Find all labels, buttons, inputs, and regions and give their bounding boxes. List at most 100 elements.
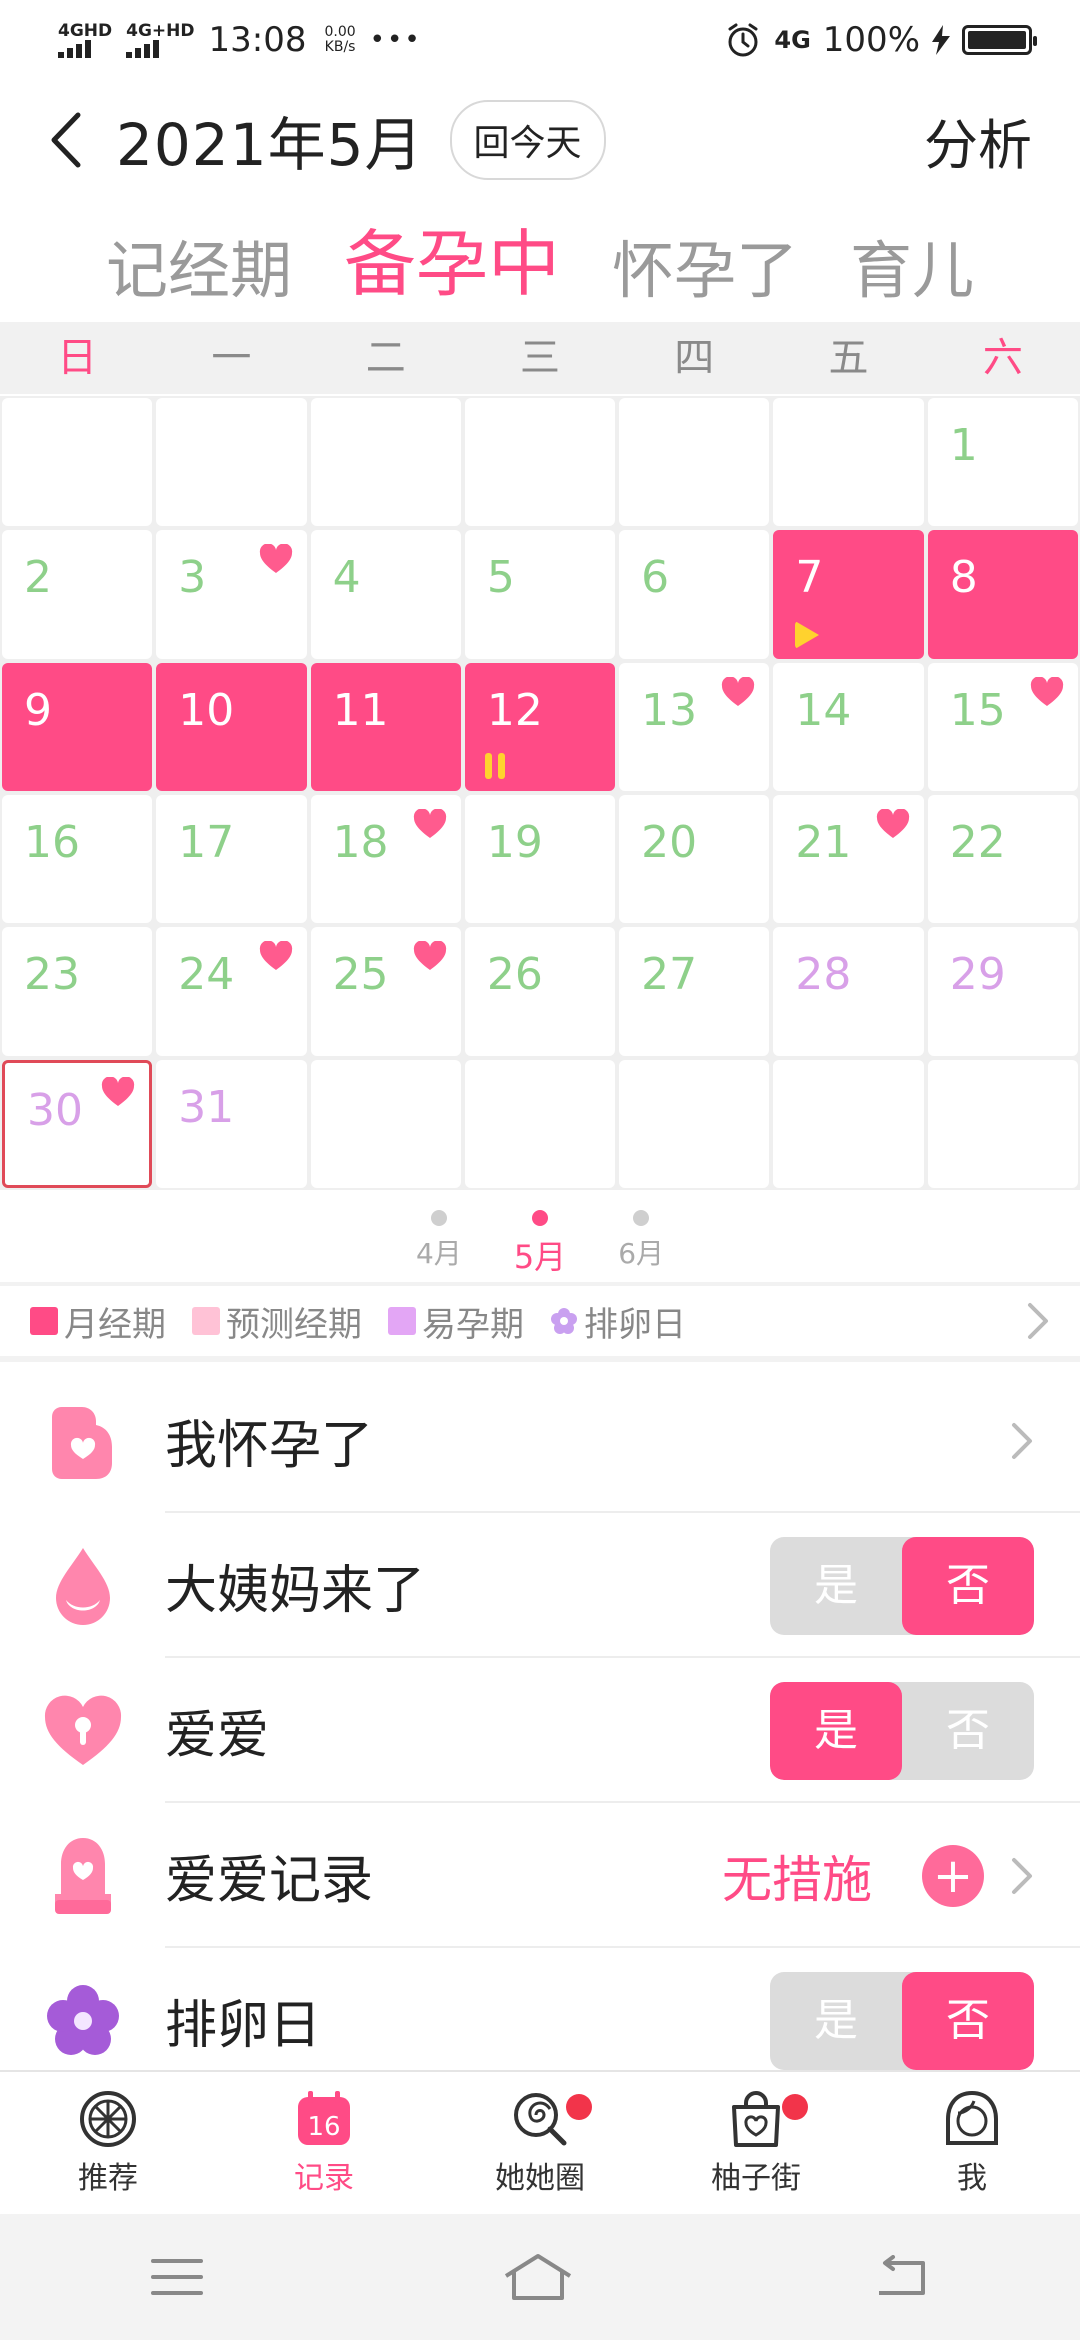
calendar-day[interactable]: 14 xyxy=(773,662,924,791)
row-pregnant[interactable]: 我怀孕了 xyxy=(0,1368,1080,1513)
heart-icon xyxy=(876,808,910,839)
flower-icon xyxy=(551,1308,577,1334)
add-record-button[interactable]: + xyxy=(922,1844,984,1907)
day-number: 7 xyxy=(795,552,824,604)
calendar-empty-cell xyxy=(464,398,616,527)
calendar-day[interactable]: 24 xyxy=(156,927,307,1056)
day-number: 15 xyxy=(949,684,1006,736)
calendar-empty-cell xyxy=(927,1059,1078,1188)
status-bar: 4GHD 4G+HD 13:08 0.00 KB/s ••• 4G 100% xyxy=(0,0,1080,80)
legend-swatch xyxy=(30,1307,58,1335)
calendar-day[interactable]: 21 xyxy=(773,794,924,924)
calendar-day[interactable]: 16 xyxy=(2,794,153,924)
calendar-date-badge: 16 xyxy=(307,2112,340,2142)
love-toggle[interactable]: 是 否 xyxy=(770,1681,1034,1780)
calendar-day-today[interactable]: 30 xyxy=(2,1059,153,1188)
tab-trying-to-conceive[interactable]: 备孕中 xyxy=(344,205,560,310)
tab-record-period[interactable]: 记经期 xyxy=(106,220,292,310)
network-speed-unit: KB/s xyxy=(324,39,356,55)
calendar-day[interactable]: 4 xyxy=(310,530,461,659)
calendar-day[interactable]: 1 xyxy=(927,398,1078,527)
legend-label: 排卵日 xyxy=(584,1304,686,1345)
pager-dot xyxy=(430,1210,447,1226)
ovulation-toggle[interactable]: 是 否 xyxy=(770,1971,1034,2070)
weekday-label: 六 xyxy=(982,335,1023,381)
calendar-day[interactable]: 2 xyxy=(2,530,153,659)
calendar-day[interactable]: 31 xyxy=(156,1059,307,1188)
calendar-day[interactable]: 22 xyxy=(927,794,1078,924)
calendar-empty-cell xyxy=(464,1059,616,1188)
day-number: 2 xyxy=(24,552,52,604)
day-number: 18 xyxy=(332,816,389,868)
calendar-day[interactable]: 15 xyxy=(927,662,1078,791)
back-button[interactable] xyxy=(48,110,88,170)
pager-dot xyxy=(532,1210,548,1226)
calendar-day[interactable]: 23 xyxy=(2,927,153,1056)
calendar-day[interactable]: 20 xyxy=(619,794,770,924)
clock: 13:08 xyxy=(208,20,307,60)
calendar-day[interactable]: 18 xyxy=(310,794,461,924)
calendar-day[interactable]: 17 xyxy=(156,794,307,924)
day-number: 26 xyxy=(486,949,543,1001)
calendar-day[interactable]: 3 xyxy=(156,530,307,659)
back-nav-icon[interactable] xyxy=(871,2255,931,2299)
calendar-day[interactable]: 27 xyxy=(619,927,770,1056)
alarm-icon xyxy=(728,23,758,57)
calendar-day[interactable]: 12 xyxy=(464,662,616,791)
period-start-icon xyxy=(795,620,820,649)
heart-icon xyxy=(1030,676,1064,707)
calendar-day[interactable]: 6 xyxy=(619,530,770,659)
day-number: 10 xyxy=(178,684,235,736)
nav-record[interactable]: 16 记录 xyxy=(216,2072,432,2214)
toggle-no[interactable]: 否 xyxy=(902,1536,1034,1635)
toggle-yes[interactable]: 是 xyxy=(770,1681,902,1780)
home-icon[interactable] xyxy=(502,2252,574,2302)
calendar-legend[interactable]: 月经期 预测经期 易孕期 排卵日 xyxy=(0,1282,1080,1362)
calendar-day[interactable]: 28 xyxy=(773,927,924,1056)
month-pager-item-june[interactable]: 6月 xyxy=(618,1194,664,1278)
calendar-day[interactable]: 7 xyxy=(773,530,924,659)
calendar-day[interactable]: 8 xyxy=(927,530,1078,659)
toggle-yes[interactable]: 是 xyxy=(770,1972,902,2070)
period-toggle[interactable]: 是 否 xyxy=(770,1536,1034,1635)
network-speed: 0.00 KB/s xyxy=(324,25,355,54)
signal-icon: 4GHD xyxy=(58,20,113,58)
calendar-day[interactable]: 13 xyxy=(619,662,770,791)
row-label: 我怀孕了 xyxy=(165,1416,374,1476)
nav-community[interactable]: 她她圈 xyxy=(432,2072,648,2214)
calendar-day[interactable]: 11 xyxy=(310,662,461,791)
calendar-day[interactable]: 25 xyxy=(310,927,461,1056)
nav-shop[interactable]: 柚子街 xyxy=(648,2072,864,2214)
calendar-day[interactable]: 29 xyxy=(927,927,1078,1056)
month-pager-item-may[interactable]: 5月 xyxy=(514,1194,566,1278)
calendar-day[interactable]: 26 xyxy=(464,927,616,1056)
battery-icon xyxy=(962,25,1037,55)
toggle-no[interactable]: 否 xyxy=(902,1682,1034,1780)
legend-swatch xyxy=(192,1307,220,1335)
tab-parenting[interactable]: 育儿 xyxy=(850,220,974,310)
tab-pregnant[interactable]: 怀孕了 xyxy=(612,220,798,310)
month-pager-item-april[interactable]: 4月 xyxy=(416,1194,462,1278)
calendar-day[interactable]: 10 xyxy=(156,662,307,791)
menu-icon[interactable] xyxy=(149,2255,205,2299)
weekday-label: 日 xyxy=(57,335,98,381)
bottom-nav: 推荐 16 记录 她她圈 柚子街 我 xyxy=(0,2070,1080,2214)
calendar-day[interactable]: 19 xyxy=(464,794,616,924)
nav-recommend[interactable]: 推荐 xyxy=(0,2072,216,2214)
nav-me[interactable]: 我 xyxy=(864,2072,1080,2214)
back-to-today-button[interactable]: 回今天 xyxy=(449,100,606,180)
day-number: 4 xyxy=(332,552,361,604)
month-title[interactable]: 2021年5月 xyxy=(116,98,424,182)
toggle-no[interactable]: 否 xyxy=(902,1971,1034,2070)
signal-label: 4GHD xyxy=(58,20,113,41)
nav-label: 记录 xyxy=(294,2161,354,2196)
day-number: 27 xyxy=(641,949,698,1001)
calendar-empty-cell xyxy=(2,398,153,527)
row-love-record[interactable]: 爱爱记录 无措施 + xyxy=(0,1803,1080,1948)
row-period-started: 大姨妈来了 是 否 xyxy=(0,1513,1080,1658)
analyze-button[interactable]: 分析 xyxy=(924,101,1032,180)
toggle-yes[interactable]: 是 xyxy=(770,1537,902,1635)
mode-tabs: 记经期 备孕中 怀孕了 育儿 xyxy=(0,210,1080,310)
calendar-day[interactable]: 9 xyxy=(2,662,153,791)
calendar-day[interactable]: 5 xyxy=(464,530,616,659)
